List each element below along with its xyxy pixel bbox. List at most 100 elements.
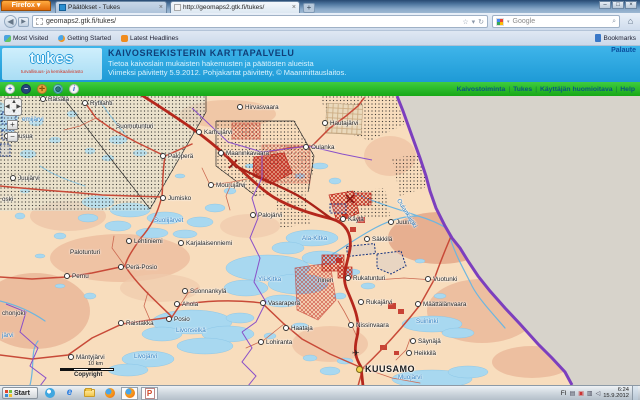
url-bar[interactable]: geomaps2.gtk.fi/tukes/ ☆ ▾ ↻ xyxy=(32,15,488,28)
bookmark-getting-started[interactable]: Getting Started xyxy=(58,35,111,42)
map-label-mäntyjärvi: Mäntyjärvi xyxy=(68,354,105,361)
link-tukes[interactable]: Tukes xyxy=(513,86,532,93)
close-button[interactable]: × xyxy=(625,1,637,9)
map-label-oulanka: Oulanka xyxy=(303,144,334,151)
reload-icon[interactable]: ↻ xyxy=(478,18,484,26)
map-label-järvi: järvi xyxy=(2,332,14,339)
taskbar-firefox-button[interactable] xyxy=(101,387,118,400)
map-label-livonselkä: Livonselkä xyxy=(176,327,206,334)
link-help[interactable]: Help xyxy=(620,86,635,93)
map-label-suininki: Suininki xyxy=(416,318,438,325)
feedback-link[interactable]: Palaute xyxy=(611,47,636,54)
map-label-räisälä: Räisälä xyxy=(40,96,69,103)
map-scale-bar xyxy=(60,368,114,371)
tray-clock[interactable]: 6:24 15.9.2012 xyxy=(603,387,629,399)
map-label-suolijärvet: Suolijärvet xyxy=(154,217,183,224)
map-label-lehtiniemi: Lehtiniemi xyxy=(126,238,163,245)
tab-geomaps-active[interactable]: http://geomaps2.gtk.fi/tukes/ × xyxy=(170,1,300,13)
tukes-logo-text: tukes xyxy=(2,48,102,70)
search-input[interactable]: Google xyxy=(513,18,610,25)
airport-icon: ✈ xyxy=(352,348,360,359)
tab-close-icon[interactable]: × xyxy=(159,4,163,11)
taskbar-firefox-active-button[interactable] xyxy=(121,387,138,400)
taskbar-powerpoint-button[interactable]: P xyxy=(141,387,158,400)
page-updated-line: Viimeksi päivitetty 5.9.2012. Pohjakarta… xyxy=(108,68,346,77)
url-dropdown-icon[interactable]: ▾ xyxy=(472,18,476,26)
zoom-out-icon[interactable]: − xyxy=(21,84,31,94)
overview-globe-icon[interactable]: ◍ xyxy=(53,84,63,94)
map-label-mourujärvi: Mourujärvi xyxy=(208,182,245,189)
map-viewport[interactable]: RäisäläRytilahtiHirvasvaaraHautajärviemi… xyxy=(0,96,640,385)
tukes-logo: tukes turvallisuus- ja kemikaalivirasto xyxy=(2,48,102,80)
taskbar-internet-explorer-button[interactable]: e xyxy=(61,387,78,400)
map-label-oski: oski xyxy=(2,196,13,203)
info-icon[interactable]: i xyxy=(69,84,79,94)
map-pan-compass[interactable]: ▲▼ ◀▶ xyxy=(4,98,22,116)
new-tab-button[interactable]: + xyxy=(303,3,315,13)
bookmarks-menu-button[interactable]: Bookmarks xyxy=(595,34,636,42)
map-label-muojärvi: Muojärvi xyxy=(398,374,422,381)
map-label-vuotunki: Vuotunki xyxy=(425,276,457,283)
tray-printer-icon[interactable]: ▤ xyxy=(570,390,576,397)
tray-network-icon[interactable]: ▥ xyxy=(587,390,593,397)
map-label-vasaraperä: Vasaraperä xyxy=(260,300,300,307)
tab-close-icon[interactable]: × xyxy=(292,4,296,11)
start-button[interactable]: Start xyxy=(2,387,38,399)
map-label-raistakka: Raistakka xyxy=(118,320,154,327)
map-zoom-in-button[interactable]: + xyxy=(7,120,18,130)
map-label-chonjoki: chonjoki xyxy=(2,310,25,317)
forward-button[interactable]: ▶ xyxy=(18,17,29,27)
home-button[interactable]: ⌂ xyxy=(624,15,637,28)
map-copyright: Copyright xyxy=(74,372,102,378)
taskbar-folder-button[interactable] xyxy=(81,387,98,400)
map-label-ninen: ninen xyxy=(318,277,333,284)
tray-alert-icon[interactable]: ▣ xyxy=(578,390,584,397)
feed-icon xyxy=(121,35,128,42)
tab-favicon xyxy=(174,4,181,11)
link-kayttajan-huomioitava[interactable]: Käyttäjän huomioitava xyxy=(540,86,613,93)
zoom-in-icon[interactable]: + xyxy=(5,84,15,94)
map-zoom-out-button[interactable]: − xyxy=(7,132,18,142)
map-label-määttälänvaara: Määttälänvaara xyxy=(415,301,466,308)
tray-volume-icon[interactable]: ◁ xyxy=(596,390,601,397)
map-labels-layer: RäisäläRytilahtiHirvasvaaraHautajärviemi… xyxy=(0,96,640,385)
engine-dropdown-icon[interactable]: ▾ xyxy=(507,19,510,25)
bookmarks-bar: Most Visited Getting Started Latest Head… xyxy=(0,31,640,46)
show-desktop-button[interactable] xyxy=(632,386,638,400)
map-label-heikkilä: Heikkilä xyxy=(406,350,436,357)
map-label-suonnankylä: Suonnankylä xyxy=(182,288,226,295)
map-label-yli-kitka: Yli-Kitka xyxy=(258,276,281,283)
search-box[interactable]: ▾ Google ⌕ xyxy=(492,15,620,28)
tab-paatokset[interactable]: Päätökset - Tukes × xyxy=(55,1,167,13)
minimize-button[interactable]: – xyxy=(599,1,611,9)
bookmark-label: Most Visited xyxy=(13,35,48,42)
bookmark-most-visited[interactable]: Most Visited xyxy=(4,35,48,42)
google-engine-icon[interactable] xyxy=(496,18,504,26)
pan-hand-icon[interactable]: ✛ xyxy=(37,84,47,94)
bookmark-icon xyxy=(595,34,601,42)
most-visited-icon xyxy=(4,35,11,42)
powerpoint-icon: P xyxy=(145,388,155,399)
map-label-paloperä: Paloperä xyxy=(160,153,193,160)
map-toolbar: + − ✛ ◍ i Kaivostoiminta| Tukes| Käyttäj… xyxy=(0,82,640,96)
search-magnifier-icon[interactable]: ⌕ xyxy=(612,18,616,26)
folder-icon xyxy=(84,389,95,397)
map-label-rukajärvi: Rukajärvi xyxy=(358,299,392,306)
desktop: Firefox ▾ Päätökset - Tukes × http://geo… xyxy=(0,0,640,400)
maximize-button[interactable]: □ xyxy=(612,1,624,9)
back-button[interactable]: ◀ xyxy=(4,15,17,28)
firefox-menu-button[interactable]: Firefox ▾ xyxy=(1,0,51,11)
map-label-palojärvi: Palojärvi xyxy=(250,212,282,219)
site-identity-icon[interactable] xyxy=(36,18,43,25)
window-controls: – □ × xyxy=(599,1,637,9)
link-kaivostoiminta[interactable]: Kaivostoiminta xyxy=(457,86,506,93)
taskbar-media-player-button[interactable] xyxy=(41,387,58,400)
language-indicator[interactable]: FI xyxy=(561,390,567,397)
map-label-hautajärvi: Hautajärvi xyxy=(322,120,358,127)
bookmark-star-icon[interactable]: ☆ xyxy=(462,18,468,26)
bookmark-latest-headlines[interactable]: Latest Headlines xyxy=(121,35,178,42)
map-label-ala-kitka: Ala-Kitka xyxy=(302,235,327,242)
firefox-icon xyxy=(105,388,115,398)
map-label-karjalaisenniemi: Karjalaisenniemi xyxy=(178,240,232,247)
url-text[interactable]: geomaps2.gtk.fi/tukes/ xyxy=(46,18,459,25)
